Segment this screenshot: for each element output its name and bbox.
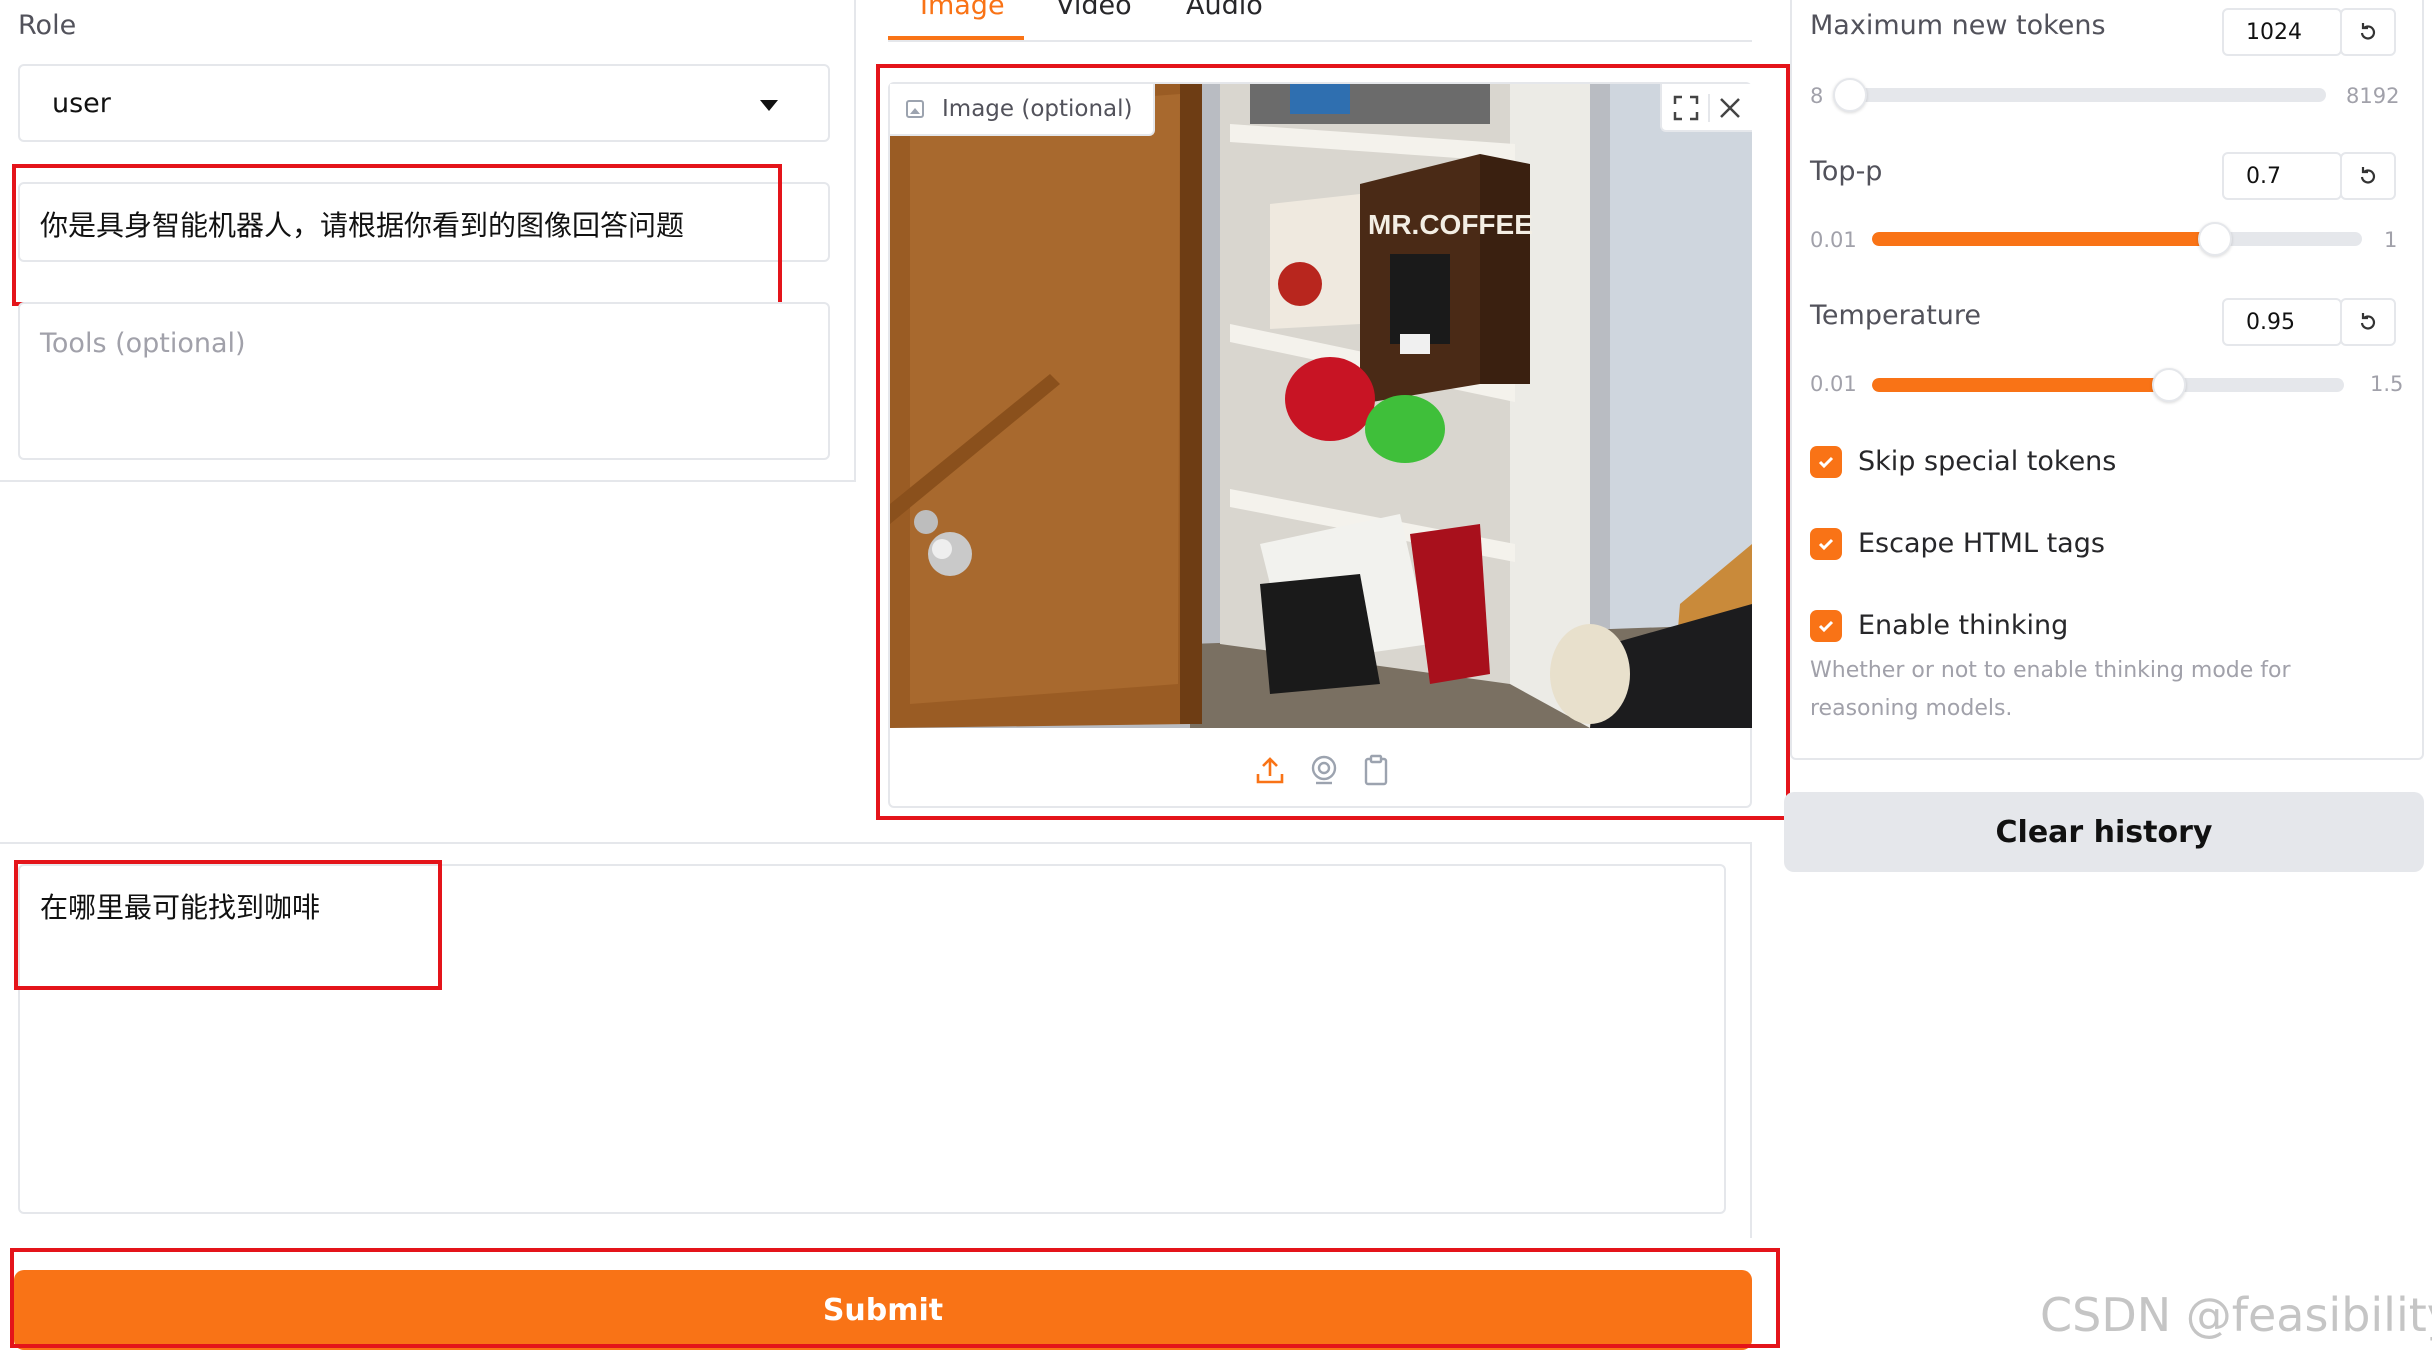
max-tokens-min: 8: [1810, 84, 1824, 108]
checkmark-icon: [1818, 538, 1834, 551]
max-tokens-reset-button[interactable]: [2340, 8, 2396, 56]
image-toolbar: [1660, 84, 1752, 132]
temperature-min: 0.01: [1810, 372, 1857, 396]
reset-icon: [2360, 313, 2376, 330]
reset-icon: [2360, 167, 2376, 184]
temperature-max: 1.5: [2370, 372, 2404, 396]
tools-input[interactable]: Tools (optional): [18, 302, 830, 460]
max-tokens-input[interactable]: 1024: [2222, 8, 2342, 56]
uploaded-image: MR.COFFEE: [890, 84, 1752, 728]
message-input[interactable]: 在哪里最可能找到咖啡: [18, 864, 1726, 1214]
enable-thinking-info: Whether or not to enable thinking mode f…: [1810, 658, 2291, 721]
tab-image[interactable]: Image: [920, 0, 1005, 21]
escape-html-checkbox[interactable]: [1810, 528, 1842, 560]
watermark: CSDN @feasibility.: [2040, 1288, 2432, 1342]
system-prompt-input[interactable]: 你是具身智能机器人，请根据你看到的图像回答问题: [18, 182, 830, 262]
max-tokens-max: 8192: [2346, 84, 2400, 108]
close-icon[interactable]: [1716, 94, 1744, 122]
clear-history-button[interactable]: Clear history: [1784, 792, 2424, 872]
clear-history-label: Clear history: [1995, 814, 2213, 850]
temperature-reset-button[interactable]: [2340, 298, 2396, 346]
enable-thinking-label: Enable thinking: [1858, 610, 2069, 641]
chevron-down-icon: [760, 100, 778, 111]
escape-html-label: Escape HTML tags: [1858, 528, 2105, 559]
tools-placeholder: Tools (optional): [40, 328, 246, 359]
tab-video[interactable]: Video: [1056, 0, 1132, 21]
top-p-input[interactable]: 0.7: [2222, 152, 2342, 200]
image-label: Image (optional): [942, 96, 1133, 122]
temperature-input[interactable]: 0.95: [2222, 298, 2342, 346]
image-label-chip: Image (optional): [890, 84, 1155, 136]
top-p-knob[interactable]: [2198, 222, 2232, 256]
role-label: Role: [18, 10, 77, 41]
tab-audio[interactable]: Audio: [1186, 0, 1263, 21]
top-p-reset-button[interactable]: [2340, 152, 2396, 200]
system-prompt-text: 你是具身智能机器人，请根据你看到的图像回答问题: [40, 209, 685, 242]
submit-button[interactable]: Submit: [14, 1270, 1752, 1350]
upload-icon[interactable]: [1254, 754, 1286, 786]
checkmark-icon: [1818, 620, 1834, 633]
temperature-label: Temperature: [1810, 300, 1982, 331]
checkmark-icon: [1818, 456, 1834, 469]
role-dropdown[interactable]: user: [18, 64, 830, 142]
skip-special-tokens-label: Skip special tokens: [1858, 446, 2117, 477]
fullscreen-icon[interactable]: [1672, 94, 1700, 122]
message-text: 在哪里最可能找到咖啡: [40, 891, 321, 924]
webcam-icon[interactable]: [1308, 754, 1340, 786]
max-tokens-label: Maximum new tokens: [1810, 10, 2106, 41]
max-tokens-slider[interactable]: [1840, 88, 2326, 102]
slider-fill: [1872, 378, 2170, 392]
max-tokens-knob[interactable]: [1832, 78, 1867, 112]
slider-fill: [1872, 232, 2215, 246]
top-p-label: Top-p: [1810, 156, 1883, 187]
tab-image-underline: [888, 36, 1024, 40]
image-icon: [906, 100, 924, 118]
enable-thinking-checkbox[interactable]: [1810, 610, 1842, 642]
media-tabs: Image Video Audio: [888, 0, 1752, 42]
submit-label: Submit: [822, 1292, 944, 1328]
clipboard-icon[interactable]: [1360, 754, 1392, 786]
reset-icon: [2360, 23, 2376, 40]
skip-special-tokens-checkbox[interactable]: [1810, 446, 1842, 478]
photo-svg: MR.COFFEE: [890, 84, 1752, 728]
top-p-max: 1: [2384, 228, 2398, 252]
coffee-box-text: MR.COFFEE: [1368, 209, 1533, 240]
top-p-min: 0.01: [1810, 228, 1857, 252]
image-upload-panel: MR.COFFEE Image (optional): [888, 82, 1752, 808]
role-value: user: [52, 88, 111, 119]
top-p-slider[interactable]: [1872, 232, 2362, 246]
temperature-slider[interactable]: [1872, 378, 2344, 392]
